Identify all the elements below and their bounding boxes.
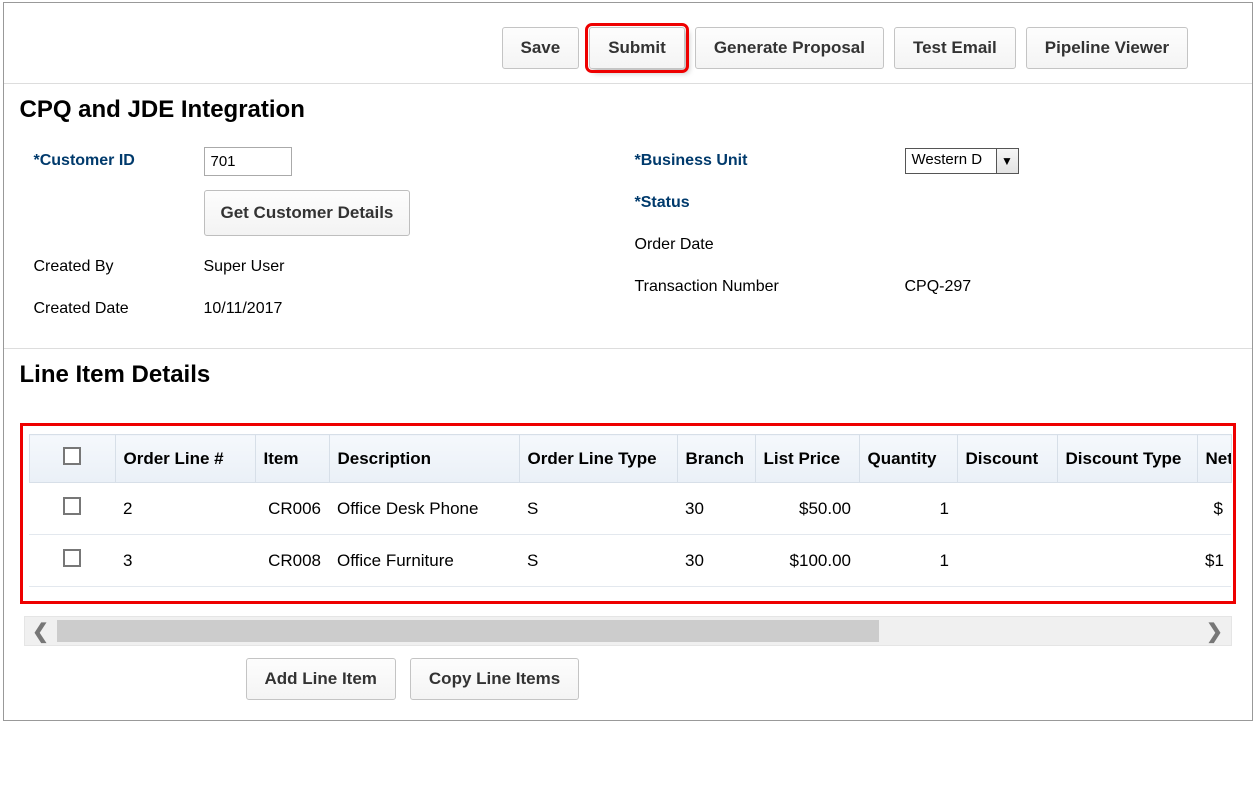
scroll-track[interactable]	[57, 620, 1199, 642]
line-items-section: Line Item Details	[4, 349, 1252, 700]
business-unit-select[interactable]: Western D ▼	[905, 148, 1019, 174]
cell-quantity: 1	[859, 535, 957, 587]
cell-discount	[957, 483, 1057, 535]
form-col-right: *Business Unit Western D ▼ *Status Order…	[635, 140, 1236, 330]
created-date-label: Created Date	[34, 300, 204, 318]
line-item-actions: Add Line Item Copy Line Items	[20, 646, 1236, 700]
scroll-right-icon[interactable]: ❯	[1199, 619, 1231, 644]
horizontal-scrollbar[interactable]: ❮ ❯	[24, 616, 1232, 646]
col-discount: Discount	[957, 435, 1057, 483]
line-items-table: Order Line # Item Description Order Line…	[29, 434, 1232, 587]
cell-description: Office Desk Phone	[329, 483, 519, 535]
row-checkbox[interactable]	[63, 549, 81, 567]
customer-id-input[interactable]	[204, 147, 292, 176]
cell-item: CR006	[255, 483, 329, 535]
cell-net: $	[1197, 483, 1231, 535]
cell-branch: 30	[677, 483, 755, 535]
cell-list-price: $50.00	[755, 483, 859, 535]
header-form: *Customer ID Get Customer Details Create…	[4, 134, 1252, 349]
col-order-line-num: Order Line #	[115, 435, 255, 483]
table-row[interactable]: 3 CR008 Office Furniture S 30 $100.00 1 …	[29, 535, 1231, 587]
cell-list-price: $100.00	[755, 535, 859, 587]
created-by-label: Created By	[34, 258, 204, 276]
status-label: *Status	[635, 194, 905, 212]
cell-quantity: 1	[859, 483, 957, 535]
top-toolbar: Save Submit Generate Proposal Test Email…	[4, 3, 1252, 84]
cell-item: CR008	[255, 535, 329, 587]
col-net: Net	[1197, 435, 1231, 483]
scroll-left-icon[interactable]: ❮	[25, 619, 57, 644]
transaction-number-label: Transaction Number	[635, 278, 905, 296]
order-date-label: Order Date	[635, 236, 905, 254]
cell-order-line-type: S	[519, 535, 677, 587]
transaction-number-value: CPQ-297	[905, 278, 972, 296]
table-header-row: Order Line # Item Description Order Line…	[29, 435, 1231, 483]
pipeline-viewer-button[interactable]: Pipeline Viewer	[1026, 27, 1188, 69]
row-checkbox[interactable]	[63, 497, 81, 515]
business-unit-value: Western D	[906, 149, 996, 173]
cell-discount-type	[1057, 483, 1197, 535]
submit-button[interactable]: Submit	[589, 27, 685, 69]
col-description: Description	[329, 435, 519, 483]
business-unit-label: *Business Unit	[635, 152, 905, 170]
cell-order-line-num: 2	[115, 483, 255, 535]
cell-order-line-num: 3	[115, 535, 255, 587]
col-quantity: Quantity	[859, 435, 957, 483]
cell-discount-type	[1057, 535, 1197, 587]
col-branch: Branch	[677, 435, 755, 483]
line-items-title: Line Item Details	[20, 349, 1236, 399]
scroll-thumb[interactable]	[57, 620, 879, 642]
cell-description: Office Furniture	[329, 535, 519, 587]
col-list-price: List Price	[755, 435, 859, 483]
col-order-line-type: Order Line Type	[519, 435, 677, 483]
chevron-down-icon: ▼	[996, 149, 1018, 173]
copy-line-items-button[interactable]: Copy Line Items	[410, 658, 579, 700]
form-col-left: *Customer ID Get Customer Details Create…	[34, 140, 635, 330]
customer-id-label: *Customer ID	[34, 152, 204, 170]
get-customer-details-button[interactable]: Get Customer Details	[204, 190, 411, 236]
select-all-checkbox[interactable]	[63, 447, 81, 465]
test-email-button[interactable]: Test Email	[894, 27, 1016, 69]
table-row[interactable]: 2 CR006 Office Desk Phone S 30 $50.00 1 …	[29, 483, 1231, 535]
generate-proposal-button[interactable]: Generate Proposal	[695, 27, 884, 69]
save-button[interactable]: Save	[502, 27, 580, 69]
add-line-item-button[interactable]: Add Line Item	[246, 658, 396, 700]
cell-net: $1	[1197, 535, 1231, 587]
created-by-value: Super User	[204, 258, 285, 276]
col-item: Item	[255, 435, 329, 483]
created-date-value: 10/11/2017	[204, 300, 283, 318]
cell-branch: 30	[677, 535, 755, 587]
cell-discount	[957, 535, 1057, 587]
col-discount-type: Discount Type	[1057, 435, 1197, 483]
page-container: Save Submit Generate Proposal Test Email…	[3, 2, 1253, 721]
cell-order-line-type: S	[519, 483, 677, 535]
page-title: CPQ and JDE Integration	[4, 84, 1252, 134]
line-items-table-wrap: Order Line # Item Description Order Line…	[20, 423, 1236, 604]
